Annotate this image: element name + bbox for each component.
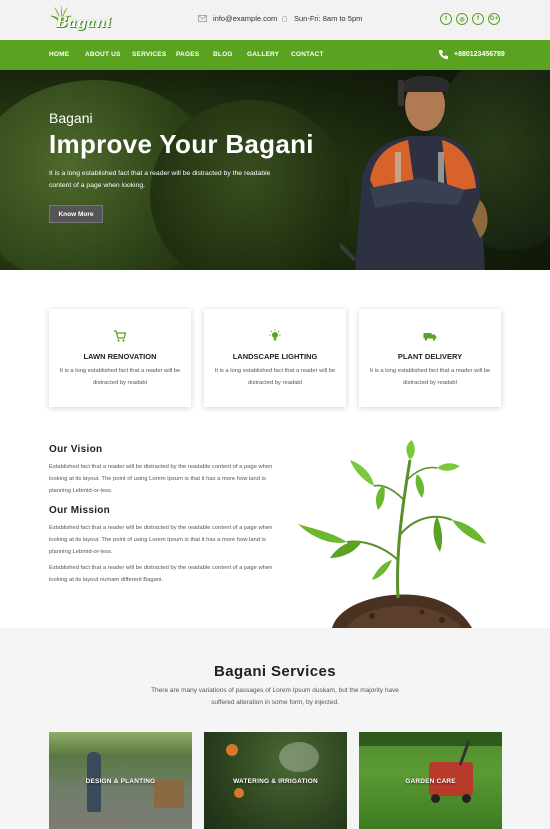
nav-item-home[interactable]: HOME (49, 51, 69, 58)
trees-image (49, 732, 192, 754)
email-contact[interactable]: info@example.com (198, 14, 277, 23)
phone-device-icon (282, 15, 287, 22)
nav-item-gallery[interactable]: GALLERY (247, 51, 279, 58)
feature-title: LANDSCAPE LIGHTING (232, 352, 318, 361)
social-links: t ◎ f G+ (440, 13, 500, 25)
service-label: GARDEN CARE (405, 778, 456, 785)
mower-wheel (462, 794, 471, 803)
service-card-watering-irrigation[interactable]: WATERING & IRRIGATION (204, 732, 347, 829)
trees-image (359, 732, 502, 746)
nav-item-blog[interactable]: BLOG (213, 51, 233, 58)
nav-phone[interactable]: +880123456789 (438, 49, 505, 60)
nav-item-about-us[interactable]: ABOUT US (85, 51, 121, 58)
feature-title: PLANT DELIVERY (397, 352, 463, 361)
main-nav: HOME ABOUT US SERVICES PAGES BLOG GALLER… (0, 40, 550, 70)
truck-icon (423, 333, 437, 341)
feature-title: LAWN RENOVATION (83, 352, 157, 361)
feature-text: It is a long established fact that a rea… (59, 368, 181, 386)
flower (226, 744, 238, 756)
mission-heading: Our Mission (49, 505, 111, 516)
phone-icon (438, 50, 448, 60)
services-heading: Bagani Services (214, 663, 336, 680)
twitter-icon[interactable]: t (440, 13, 452, 25)
hero-subtitle: Bagani (49, 110, 93, 126)
hero-description: It is a long established fact that a rea… (49, 170, 271, 189)
mission-text-1: Established fact that a reader will be d… (49, 525, 273, 555)
email-text: info@example.com (213, 14, 278, 23)
hero-banner: Bagani Improve Your Bagani It is a long … (0, 70, 550, 270)
feature-card[interactable]: LAWN RENOVATION It is a long established… (49, 309, 191, 407)
vision-heading: Our Vision (49, 444, 103, 455)
gardener-image (340, 75, 488, 270)
nav-item-services[interactable]: SERVICES (132, 51, 166, 58)
envelope-icon (198, 15, 207, 22)
google-plus-icon[interactable]: G+ (488, 13, 500, 25)
logo-text: Bagani (56, 15, 112, 31)
flower (234, 788, 244, 798)
instagram-icon[interactable]: ◎ (456, 13, 468, 25)
mower-wheel (431, 794, 440, 803)
know-more-button[interactable]: Know More (49, 205, 103, 223)
top-bar: Bagani info@example.com Sun-Fri: 8am to … (0, 0, 550, 40)
feature-text: It is a long established fact that a rea… (369, 368, 491, 386)
hours-contact: Sun-Fri: 8am to 5pm (282, 14, 362, 23)
nav-item-pages[interactable]: PAGES (176, 51, 199, 58)
vision-text: Established fact that a reader will be d… (49, 464, 273, 494)
feature-card[interactable]: PLANT DELIVERY It is a long established … (359, 309, 501, 407)
mission-text-2: Established fact that a reader will be d… (49, 565, 273, 583)
seedling-image (298, 440, 486, 628)
bulb-icon (269, 329, 281, 341)
hero-title: Improve Your Bagani (49, 129, 314, 159)
service-card-design-planting[interactable]: DESIGN & PLANTING (49, 732, 192, 829)
nav-item-contact[interactable]: CONTACT (291, 51, 324, 58)
service-card-garden-care[interactable]: GARDEN CARE (359, 732, 502, 829)
service-label: DESIGN & PLANTING (85, 778, 156, 785)
water-spray (279, 742, 319, 772)
services-description: There are many variations of passages of… (151, 687, 399, 706)
logo[interactable]: Bagani (49, 5, 111, 33)
cart-icon (114, 330, 127, 342)
service-label: WATERING & IRRIGATION (233, 778, 318, 785)
facebook-icon[interactable]: f (472, 13, 484, 25)
phone-number: +880123456789 (454, 51, 505, 58)
hours-text: Sun-Fri: 8am to 5pm (294, 14, 363, 23)
feature-text: It is a long established fact that a rea… (214, 368, 336, 386)
feature-card[interactable]: LANDSCAPE LIGHTING It is a long establis… (204, 309, 346, 407)
